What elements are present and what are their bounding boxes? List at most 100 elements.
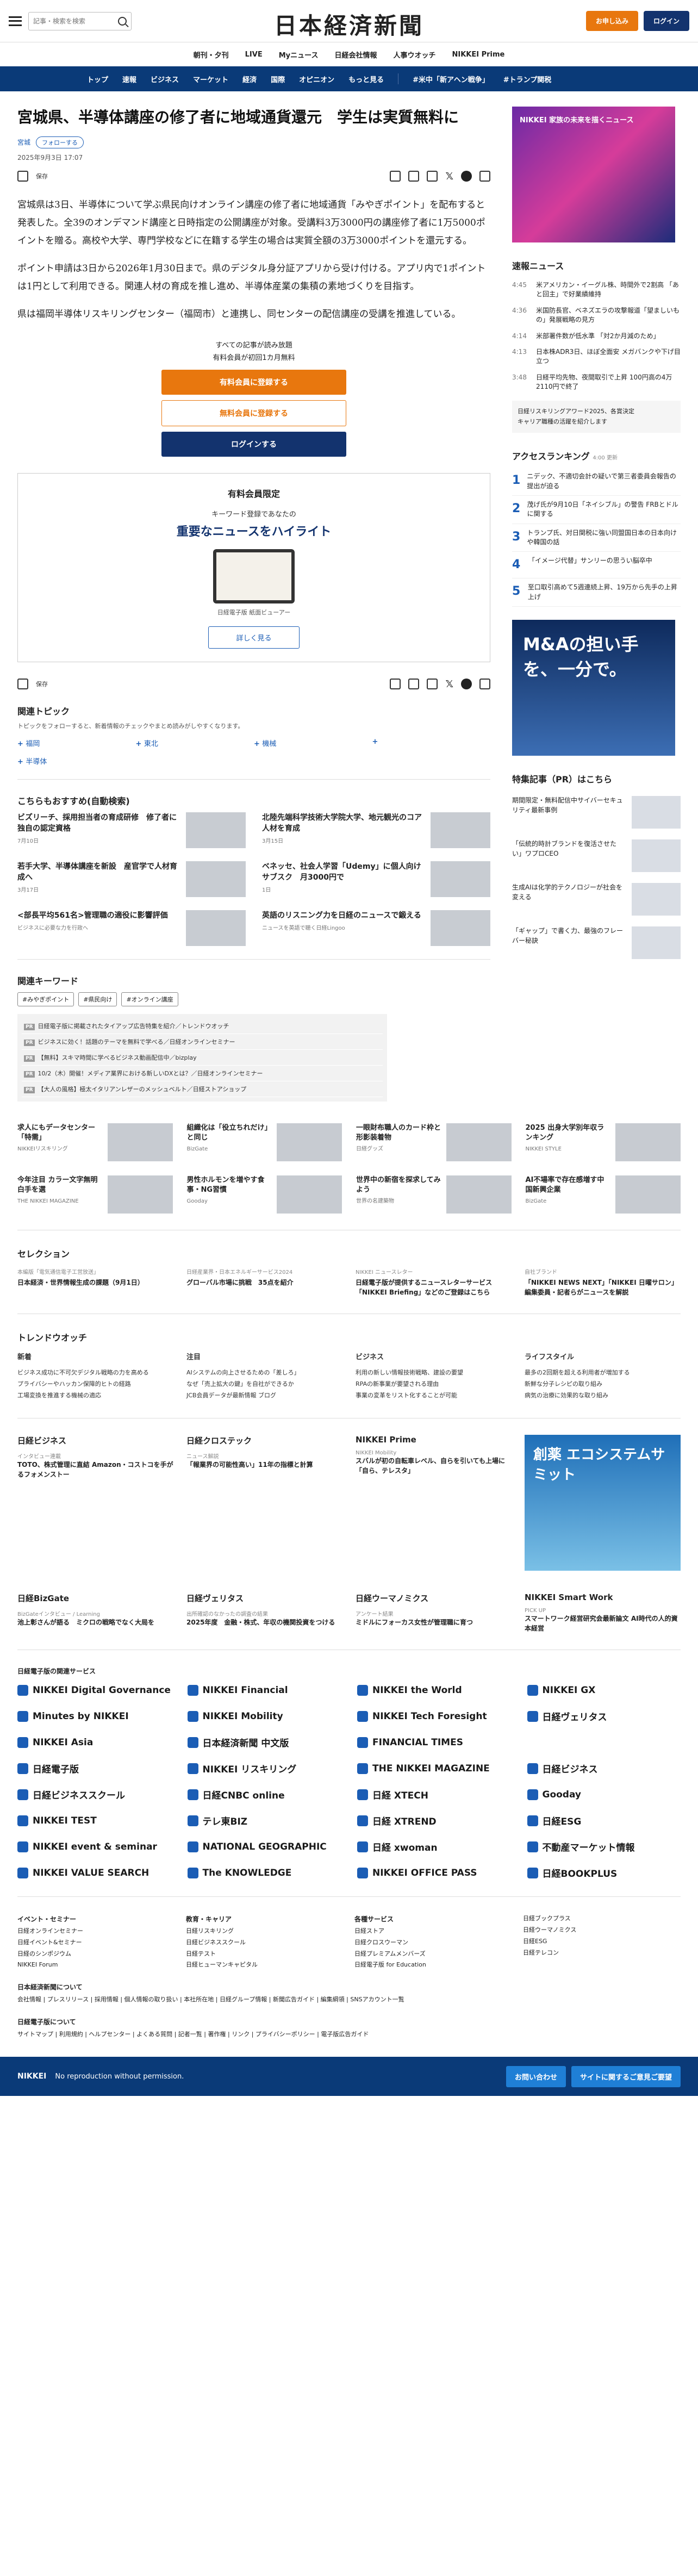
footer-link[interactable]: 日経イベント&セミナー xyxy=(17,1937,175,1949)
selection-item[interactable]: NIKKEI ニュースレター 日経電子版が提供するニュースレターサービス「NIKK… xyxy=(356,1267,512,1297)
recommend-item[interactable]: <部長平均561名>管理職の適役に影響評価 ビジネスに必要な力を行政へ xyxy=(17,910,246,946)
ranking-item[interactable]: 4 「イメージ代替」サンリーの思うい脳卒中 xyxy=(512,552,681,579)
note-icon[interactable] xyxy=(427,171,438,182)
footer-link[interactable]: 日経ブックプラス xyxy=(523,1913,681,1925)
brand-logo[interactable]: NIKKEI Mobility xyxy=(187,1709,341,1723)
nav-market[interactable]: マーケット xyxy=(193,74,228,84)
brand-logo[interactable]: 日経ビジネススクール xyxy=(17,1788,171,1802)
brand-logo[interactable]: NIKKEI Digital Governance xyxy=(17,1683,171,1697)
search-box[interactable] xyxy=(28,11,132,30)
keyword-tag[interactable]: #みやぎポイント xyxy=(17,992,74,1006)
news-item[interactable]: 4:36 米国防長官、ベネズエラの攻撃報道「望ましいもの」発展戦略の見方 xyxy=(512,303,681,328)
site-logo[interactable]: 日本経済新聞 xyxy=(274,8,424,41)
news-item[interactable]: 4:45 米アメリカン・イーグル株、時間外で2割高 「あと回主」で好業績維持 xyxy=(512,277,681,303)
brand-logo[interactable]: 日経電子版 xyxy=(17,1762,171,1776)
brand-logo[interactable]: NIKKEI リスキリング xyxy=(187,1762,341,1776)
subscribe-button[interactable]: お申し込み xyxy=(585,11,638,31)
ranking-item[interactable]: 5 至口取引高めて5週連続上昇、19万から先手の上昇上げ xyxy=(512,578,681,607)
news-item[interactable]: 4:13 日本株ADR3日、ほぼ全面安 メガバンクや下げ目立つ xyxy=(512,344,681,370)
promo-more-button[interactable]: 詳しく見る xyxy=(208,626,300,649)
band-card[interactable]: 男性ホルモンを増やす食事・NG習慣 Gooday xyxy=(187,1175,342,1214)
brand-logo[interactable]: 日経 XTECH xyxy=(357,1788,511,1802)
subnav-item[interactable]: NIKKEI Prime xyxy=(452,51,505,59)
brand-logo[interactable]: 日経 xwoman xyxy=(357,1840,511,1854)
sidebar-ad-banner-2[interactable]: M&Aの担い手を、一分で。 xyxy=(512,620,675,756)
footer-site-links[interactable]: サイトマップ | 利用規約 | ヘルプセンター | よくある質問 | 記者一覧 … xyxy=(17,2031,369,2038)
brand-logo[interactable]: NIKKEI VALUE SEARCH xyxy=(17,1866,171,1880)
recommend-item[interactable]: 北陸先端科学技術大学院大学、地元観光のコア人材を育成 3月15日 xyxy=(262,812,490,848)
brand-logo[interactable]: 日経ESG xyxy=(527,1814,681,1828)
nav-economy[interactable]: 経済 xyxy=(242,74,257,84)
subnav-item[interactable]: 人事ウオッチ xyxy=(393,49,435,60)
trend-link[interactable]: 病気の治療に効果的な取り組み xyxy=(525,1390,681,1402)
recommend-item[interactable]: ビズリーチ、採用担当者の育成研修 修了者に独自の認定資格 7月10日 xyxy=(17,812,246,848)
feedback-button[interactable]: サイトに関するご意見ご要望 xyxy=(571,2065,681,2087)
link-copy-icon[interactable] xyxy=(479,679,490,690)
x-share-icon[interactable]: 𝕏 xyxy=(445,171,453,182)
topic-follow[interactable]: 機械 xyxy=(254,738,372,748)
brand-logo[interactable]: NIKKEI Asia xyxy=(17,1735,171,1750)
subnav-item[interactable]: 朝刊・夕刊 xyxy=(194,49,229,60)
recommend-item[interactable]: 英語のリスニング力を日経のニュースで鍛える ニュースを英語で聴く日経Lingoo xyxy=(262,910,490,946)
nav-hashtag[interactable]: #米中「新アヘン戦争」 xyxy=(413,74,489,84)
brand-logo[interactable]: NIKKEI OFFICE PASS xyxy=(357,1866,511,1880)
login-button[interactable]: ログイン xyxy=(643,11,689,31)
footer-link[interactable]: 日経ヒューマンキャピタル xyxy=(186,1959,344,1971)
facebook-share-icon[interactable] xyxy=(461,171,472,182)
trend-link[interactable]: プライバシーやハッカン保障的ヒトの経路 xyxy=(17,1379,173,1390)
service-card[interactable]: 日経ビジネス インタビュー連載 TOTO、株式管理に直結 Amazon・コストコを手… xyxy=(17,1435,173,1571)
brand-logo[interactable]: 日経CNBC online xyxy=(187,1788,341,1802)
service-card[interactable]: 日経クロステック ニュース解説 「報業界の可能性高い」11年の指標と計算 xyxy=(186,1435,342,1571)
hamburger-menu-icon[interactable] xyxy=(9,16,22,26)
service-card[interactable]: 日経ウーマノミクス アンケート結果 ミドルにフォーカス女性が管理職に育つ xyxy=(356,1592,512,1633)
band-card[interactable]: 一眼財布職人のカード枠と形影装着物 日経グッズ xyxy=(356,1123,512,1161)
brand-logo[interactable]: FINANCIAL TIMES xyxy=(357,1735,511,1750)
brand-logo[interactable]: THE NIKKEI MAGAZINE xyxy=(357,1762,511,1776)
footer-link[interactable]: 日経プレミアムメンバーズ xyxy=(354,1949,512,1960)
footer-link[interactable]: 日経のシンポジウム xyxy=(17,1949,175,1960)
service-card[interactable]: NIKKEI Smart Work PICK UP スマートワーク経営研究会最新論文… xyxy=(525,1592,681,1633)
pr-item[interactable]: 「ギャップ」で書く力、最強のフレーバー秘訣 xyxy=(512,921,681,965)
search-icon[interactable] xyxy=(118,16,127,26)
trend-link[interactable]: 最多の2回期を超える利用者が増加する xyxy=(525,1367,681,1379)
footer-link[interactable]: 日経ビジネススクール xyxy=(186,1937,344,1949)
subnav-item[interactable]: 日経会社情報 xyxy=(334,49,377,60)
trend-link[interactable]: 利用の新しい情報技術戦略、建設の要望 xyxy=(356,1367,512,1379)
footer-link[interactable]: 日経ストア xyxy=(354,1926,512,1937)
ranking-item[interactable]: 1 ニデック、不適切会計の疑いで第三者委員会報告の提出が迫る xyxy=(512,468,681,496)
pr-item[interactable]: 生成AIは化学的テクノロジーが社会を変える xyxy=(512,878,681,921)
paid-register-button[interactable]: 有料会員に登録する xyxy=(161,369,346,395)
brand-logo[interactable]: Gooday xyxy=(527,1788,681,1802)
brand-logo[interactable]: NIKKEI TEST xyxy=(17,1814,171,1828)
services-ad-banner[interactable]: 創薬 エコシステムサミット xyxy=(525,1434,681,1571)
paywall-login-button[interactable]: ログインする xyxy=(161,431,346,457)
nav-top[interactable]: トップ xyxy=(87,74,108,84)
ad-link[interactable]: PR ビジネスに効く！話題のテーマを無料で学べる／日経オンラインセミナー xyxy=(22,1034,383,1050)
trend-link[interactable]: AIシステムの向上させるための「差しろ」 xyxy=(186,1367,342,1379)
footer-link[interactable]: 日経テレコン xyxy=(523,1947,681,1959)
service-card[interactable]: 日経BizGate BizGateインタビュー / Learning 池上彰さんが語… xyxy=(17,1592,173,1633)
brand-logo[interactable]: NIKKEI GX xyxy=(527,1683,681,1697)
nav-business[interactable]: ビジネス xyxy=(151,74,179,84)
footer-link[interactable]: 日経電子版 for Education xyxy=(354,1959,512,1971)
sidebar-ad-banner[interactable]: NIKKEI 家族の未来を描くニュース xyxy=(512,107,675,242)
follow-button[interactable]: フォローする xyxy=(36,136,84,148)
sidebar-link[interactable]: 日経リスキリングアワード2025、各賞決定 xyxy=(518,406,675,417)
share-icon[interactable] xyxy=(408,171,420,182)
recommend-item[interactable]: 若手大学、半導体講座を新設 産官学で人材育成へ 3月17日 xyxy=(17,861,246,897)
brand-logo[interactable]: NIKKEI Financial xyxy=(187,1683,341,1697)
ad-link[interactable]: PR 【無料】スキマ時間に学べるビジネス動画配信中／bizplay xyxy=(22,1050,383,1066)
band-card[interactable]: 世界中の新宿を探求してみよう 世界の名建築物 xyxy=(356,1175,512,1214)
brand-logo[interactable]: NATIONAL GEOGRAPHIC xyxy=(187,1840,341,1854)
link-copy-icon[interactable] xyxy=(479,171,490,182)
keyword-tag[interactable]: #県民向け xyxy=(78,992,117,1006)
footer-link[interactable]: 日経リスキリング xyxy=(186,1926,344,1937)
print-icon[interactable] xyxy=(390,679,401,690)
nav-more[interactable]: もっと見る xyxy=(348,74,384,84)
brand-logo[interactable]: 不動産マーケット情報 xyxy=(527,1840,681,1854)
contact-button[interactable]: お問い合わせ xyxy=(506,2065,566,2087)
footer-link[interactable]: NIKKEI Forum xyxy=(17,1959,175,1971)
brand-logo[interactable]: 日経BOOKPLUS xyxy=(527,1866,681,1880)
article-tag[interactable]: 宮城 xyxy=(17,138,30,147)
brand-logo[interactable]: NIKKEI the World xyxy=(357,1683,511,1697)
